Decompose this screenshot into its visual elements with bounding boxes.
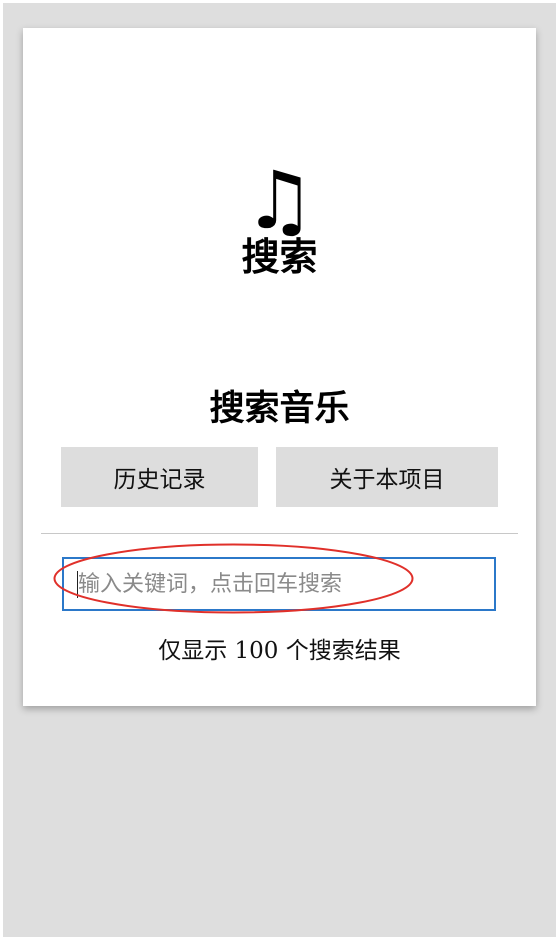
search-input[interactable] — [62, 557, 496, 611]
divider — [41, 533, 518, 534]
text-caret — [77, 571, 78, 598]
page-title: 搜索 — [241, 235, 318, 279]
section-title: 搜索音乐 — [209, 389, 350, 429]
about-project-button[interactable]: 关于本项目 — [276, 447, 498, 507]
history-button[interactable]: 历史记录 — [61, 447, 258, 507]
result-limit-note: 仅显示 100 个搜索结果 — [158, 638, 401, 664]
main-card: ♫ 搜索 搜索音乐 历史记录 关于本项目 仅显示 100 个搜索结果 — [23, 28, 536, 706]
